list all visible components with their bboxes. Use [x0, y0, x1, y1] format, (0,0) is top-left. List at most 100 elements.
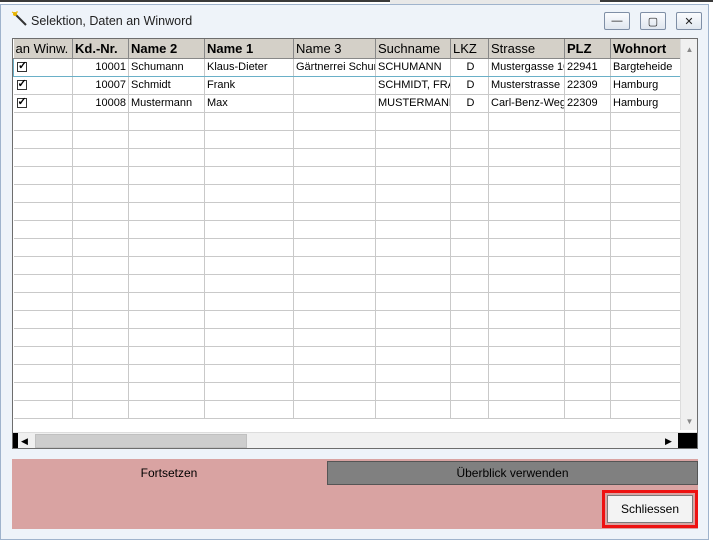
empty-cell[interactable]	[488, 400, 565, 419]
tab-fortsetzen[interactable]: Fortsetzen	[12, 459, 326, 487]
empty-cell[interactable]	[488, 346, 565, 365]
empty-table-row[interactable]	[13, 184, 681, 203]
empty-cell[interactable]	[488, 382, 565, 401]
empty-cell[interactable]	[450, 148, 489, 167]
empty-cell[interactable]	[13, 112, 73, 131]
empty-cell[interactable]	[610, 220, 681, 239]
plz-cell[interactable]: 22309	[564, 76, 611, 95]
empty-cell[interactable]	[128, 202, 205, 221]
col-header-plz[interactable]: PLZ	[564, 39, 611, 59]
empty-cell[interactable]	[13, 238, 73, 257]
empty-cell[interactable]	[204, 274, 294, 293]
wohnort-cell[interactable]: Hamburg	[610, 76, 681, 95]
empty-table-row[interactable]	[13, 274, 681, 293]
empty-cell[interactable]	[610, 292, 681, 311]
empty-table-row[interactable]	[13, 328, 681, 347]
empty-cell[interactable]	[293, 148, 376, 167]
empty-cell[interactable]	[610, 112, 681, 131]
empty-cell[interactable]	[72, 328, 129, 347]
empty-cell[interactable]	[450, 112, 489, 131]
col-header-an-winw[interactable]: an Winw.	[13, 39, 73, 59]
empty-cell[interactable]	[488, 202, 565, 221]
empty-cell[interactable]	[610, 238, 681, 257]
empty-cell[interactable]	[204, 238, 294, 257]
customer-grid[interactable]: an Winw. Kd.-Nr. Name 2 Name 1 Name 3 Su…	[12, 38, 698, 449]
empty-cell[interactable]	[204, 310, 294, 329]
empty-cell[interactable]	[204, 364, 294, 383]
empty-cell[interactable]	[450, 364, 489, 383]
empty-cell[interactable]	[375, 238, 451, 257]
name2-cell[interactable]: Schumann	[128, 57, 205, 77]
empty-cell[interactable]	[293, 238, 376, 257]
empty-cell[interactable]	[450, 220, 489, 239]
empty-cell[interactable]	[564, 130, 611, 149]
empty-cell[interactable]	[204, 184, 294, 203]
empty-cell[interactable]	[293, 382, 376, 401]
empty-cell[interactable]	[13, 346, 73, 365]
empty-cell[interactable]	[72, 148, 129, 167]
empty-cell[interactable]	[13, 382, 73, 401]
empty-cell[interactable]	[204, 130, 294, 149]
empty-cell[interactable]	[488, 148, 565, 167]
empty-table-row[interactable]	[13, 310, 681, 329]
empty-cell[interactable]	[128, 112, 205, 131]
empty-cell[interactable]	[375, 130, 451, 149]
empty-cell[interactable]	[72, 238, 129, 257]
table-row[interactable]: 10008 Mustermann Max MUSTERMANN D Carl-B…	[13, 94, 681, 113]
scroll-right-arrow-icon[interactable]: ▶	[665, 436, 672, 447]
empty-cell[interactable]	[293, 328, 376, 347]
empty-cell[interactable]	[293, 400, 376, 419]
empty-cell[interactable]	[450, 382, 489, 401]
name1-cell[interactable]: Klaus-Dieter	[204, 57, 294, 77]
empty-cell[interactable]	[128, 328, 205, 347]
empty-cell[interactable]	[488, 220, 565, 239]
empty-table-row[interactable]	[13, 148, 681, 167]
empty-cell[interactable]	[72, 184, 129, 203]
empty-cell[interactable]	[375, 220, 451, 239]
empty-table-row[interactable]	[13, 112, 681, 131]
empty-cell[interactable]	[488, 292, 565, 311]
lkz-cell[interactable]: D	[450, 57, 489, 77]
schliessen-button[interactable]: Schliessen	[607, 495, 693, 523]
empty-cell[interactable]	[13, 400, 73, 419]
empty-cell[interactable]	[564, 328, 611, 347]
col-header-name3[interactable]: Name 3	[293, 39, 376, 59]
empty-cell[interactable]	[375, 292, 451, 311]
strasse-cell[interactable]: Mustergasse 10	[488, 57, 565, 77]
empty-cell[interactable]	[13, 202, 73, 221]
empty-cell[interactable]	[72, 292, 129, 311]
empty-cell[interactable]	[72, 274, 129, 293]
empty-cell[interactable]	[375, 256, 451, 275]
empty-cell[interactable]	[204, 166, 294, 185]
empty-cell[interactable]	[128, 166, 205, 185]
empty-cell[interactable]	[450, 400, 489, 419]
empty-cell[interactable]	[488, 184, 565, 203]
tab-ueberblick-verwenden[interactable]: Überblick verwenden	[327, 461, 698, 485]
wohnort-cell[interactable]: Bargteheide	[610, 57, 681, 77]
title-bar[interactable]: Selektion, Daten an Winword — ▢ ✕	[1, 5, 708, 35]
an-winw-cell[interactable]	[13, 76, 73, 95]
empty-cell[interactable]	[204, 220, 294, 239]
empty-table-row[interactable]	[13, 130, 681, 149]
empty-cell[interactable]	[72, 400, 129, 419]
empty-cell[interactable]	[488, 256, 565, 275]
col-header-kdnr[interactable]: Kd.-Nr.	[72, 39, 129, 59]
kdnr-cell[interactable]: 10007	[72, 76, 129, 95]
empty-table-row[interactable]	[13, 292, 681, 311]
empty-cell[interactable]	[450, 310, 489, 329]
empty-cell[interactable]	[564, 166, 611, 185]
empty-cell[interactable]	[13, 364, 73, 383]
empty-cell[interactable]	[72, 220, 129, 239]
checkbox[interactable]	[16, 77, 27, 90]
empty-cell[interactable]	[564, 364, 611, 383]
empty-cell[interactable]	[488, 310, 565, 329]
empty-cell[interactable]	[375, 184, 451, 203]
empty-cell[interactable]	[128, 292, 205, 311]
empty-cell[interactable]	[375, 202, 451, 221]
checkbox[interactable]	[17, 59, 27, 72]
empty-cell[interactable]	[128, 274, 205, 293]
empty-cell[interactable]	[128, 310, 205, 329]
empty-cell[interactable]	[610, 346, 681, 365]
empty-cell[interactable]	[450, 202, 489, 221]
empty-cell[interactable]	[564, 238, 611, 257]
